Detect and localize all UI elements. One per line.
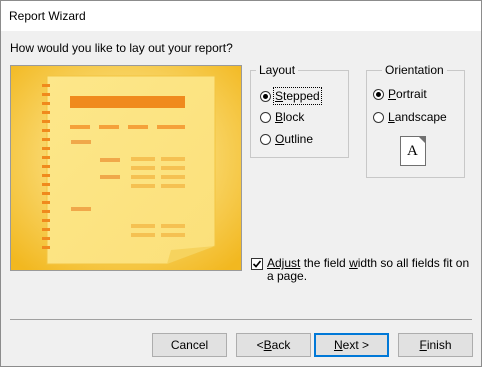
checkmark-icon — [252, 260, 262, 268]
report-wizard-window: Report Wizard How would you like to lay … — [0, 0, 482, 367]
back-button[interactable]: < Back — [236, 333, 311, 357]
block-radio[interactable] — [260, 111, 271, 123]
adjust-field-width-label: Adjust the field width so all fields fit… — [267, 256, 470, 283]
orientation-option-portrait[interactable]: Portrait — [373, 86, 427, 102]
stepped-label: Stepped — [273, 87, 322, 105]
cancel-button[interactable]: Cancel — [152, 333, 227, 357]
layout-preview-image — [10, 65, 242, 271]
footer-separator — [10, 319, 472, 320]
landscape-radio[interactable] — [373, 111, 384, 123]
outline-label: Outline — [275, 132, 314, 146]
window-title: Report Wizard — [9, 9, 86, 23]
report-preview-illustration — [11, 66, 241, 270]
title-bar: Report Wizard — [1, 1, 481, 31]
block-label: Block — [275, 110, 305, 124]
layout-option-outline[interactable]: Outline — [260, 131, 313, 147]
portrait-page-letter: A — [407, 143, 418, 159]
adjust-field-width-checkbox[interactable] — [251, 258, 263, 270]
layout-option-block[interactable]: Block — [260, 109, 304, 125]
landscape-label: Landscape — [388, 110, 447, 124]
finish-button[interactable]: Finish — [398, 333, 473, 357]
layout-group-label: Layout — [256, 63, 299, 77]
orientation-group-label: Orientation — [382, 63, 447, 77]
orientation-option-landscape[interactable]: Landscape — [373, 109, 447, 125]
portrait-label: Portrait — [388, 87, 427, 101]
layout-option-stepped[interactable]: Stepped — [260, 87, 322, 105]
stepped-radio[interactable] — [260, 90, 271, 102]
layout-question: How would you like to lay out your repor… — [10, 41, 233, 55]
portrait-radio[interactable] — [373, 88, 384, 100]
outline-radio[interactable] — [260, 133, 271, 145]
portrait-page-icon: A — [400, 136, 426, 166]
next-button[interactable]: Next > — [314, 333, 389, 357]
adjust-field-width-option[interactable]: Adjust the field width so all fields fit… — [251, 257, 469, 283]
